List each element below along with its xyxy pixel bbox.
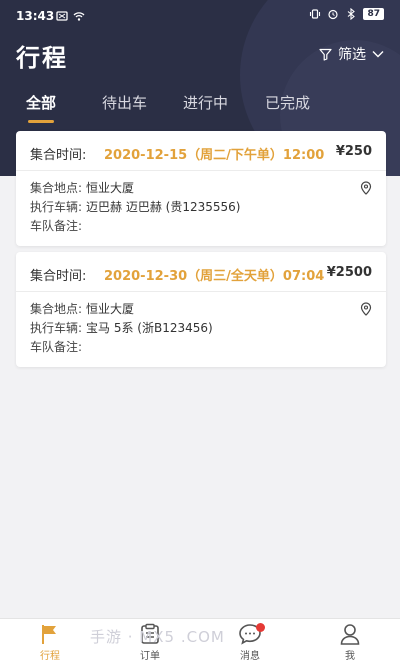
tab-in-progress[interactable]: 进行中: [183, 92, 228, 113]
meeting-location-value: 恒业大厦: [86, 302, 135, 316]
order-card-body: 集合地点: 恒业大厦 执行车辆: 宝马 5系 (浙B123456) 车队备注:: [16, 292, 386, 367]
remark-row: 车队备注:: [30, 217, 372, 236]
remark-row: 车队备注:: [30, 338, 372, 357]
unread-badge: [256, 623, 265, 632]
chevron-down-icon: [372, 51, 384, 58]
status-time: 13:43: [16, 9, 55, 23]
tabbar-item-messages[interactable]: 消息: [220, 623, 280, 660]
order-card[interactable]: 集合时间: 2020-12-15（周二/下午单）12:00 ¥250 集合地点:…: [16, 131, 386, 246]
location-pin-icon[interactable]: [360, 181, 372, 195]
meeting-time-label: 集合时间:: [30, 148, 87, 163]
meeting-location-label: 集合地点:: [30, 181, 83, 195]
meeting-location-value: 恒业大厦: [86, 181, 135, 195]
watermark: 手游 · MX5 .COM: [90, 628, 225, 646]
order-price: ¥250: [335, 144, 372, 159]
filter-label: 筛选: [338, 47, 366, 63]
wifi-icon: [73, 12, 85, 21]
bluetooth-icon: [348, 8, 356, 20]
order-price: ¥2500: [326, 265, 372, 280]
tabbar-label: 行程: [40, 651, 60, 660]
remark-label: 车队备注:: [30, 340, 83, 354]
tabbar-label: 订单: [140, 651, 160, 660]
tab-all[interactable]: 全部: [26, 92, 56, 113]
meeting-location-row: 集合地点: 恒业大厦: [30, 179, 372, 198]
tabbar-item-me[interactable]: 我: [320, 623, 380, 660]
battery-indicator: 87: [363, 8, 384, 20]
vehicle-value: 宝马 5系 (浙B123456): [86, 321, 213, 335]
status-tabs: 全部 待出车 进行中 已完成: [0, 92, 400, 128]
vehicle-row: 执行车辆: 迈巴赫 迈巴赫 (贵1235556): [30, 198, 372, 217]
alarm-icon: [328, 9, 339, 20]
page-title: 行程: [16, 44, 68, 72]
meeting-time-value: 2020-12-15（周二/下午单）12:00: [104, 148, 325, 163]
status-bar: 13:43 87: [0, 0, 400, 34]
tab-active-indicator: [28, 120, 54, 123]
filter-icon: [319, 48, 332, 61]
meeting-time-value: 2020-12-30（周三/全天单）07:04: [104, 269, 325, 284]
flag-icon: [42, 625, 56, 644]
tab-pending[interactable]: 待出车: [102, 92, 147, 113]
location-pin-icon[interactable]: [360, 302, 372, 316]
order-card-header: 集合时间: 2020-12-30（周三/全天单）07:04 ¥2500: [16, 252, 386, 292]
remark-label: 车队备注:: [30, 219, 83, 233]
order-card[interactable]: 集合时间: 2020-12-30（周三/全天单）07:04 ¥2500 集合地点…: [16, 252, 386, 367]
tabbar-label: 消息: [240, 651, 260, 660]
tabbar-label: 我: [345, 651, 355, 660]
vehicle-value: 迈巴赫 迈巴赫 (贵1235556): [86, 200, 241, 214]
vehicle-label: 执行车辆:: [30, 200, 83, 214]
status-right-icons: 87: [309, 8, 384, 20]
meeting-time-label: 集合时间:: [30, 269, 87, 284]
vibrate-icon: [310, 9, 321, 19]
vehicle-label: 执行车辆:: [30, 321, 83, 335]
status-left-icons: [56, 10, 85, 22]
meeting-location-label: 集合地点:: [30, 302, 83, 316]
tab-completed[interactable]: 已完成: [265, 92, 310, 113]
filter-button[interactable]: 筛选: [319, 44, 384, 64]
meeting-location-row: 集合地点: 恒业大厦: [30, 300, 372, 319]
tabbar-item-trips[interactable]: 行程: [20, 623, 80, 660]
notification-icon: [56, 11, 68, 21]
user-icon: [340, 624, 360, 645]
order-card-header: 集合时间: 2020-12-15（周二/下午单）12:00 ¥250: [16, 131, 386, 171]
order-card-body: 集合地点: 恒业大厦 执行车辆: 迈巴赫 迈巴赫 (贵1235556) 车队备注:: [16, 171, 386, 246]
vehicle-row: 执行车辆: 宝马 5系 (浙B123456): [30, 319, 372, 338]
